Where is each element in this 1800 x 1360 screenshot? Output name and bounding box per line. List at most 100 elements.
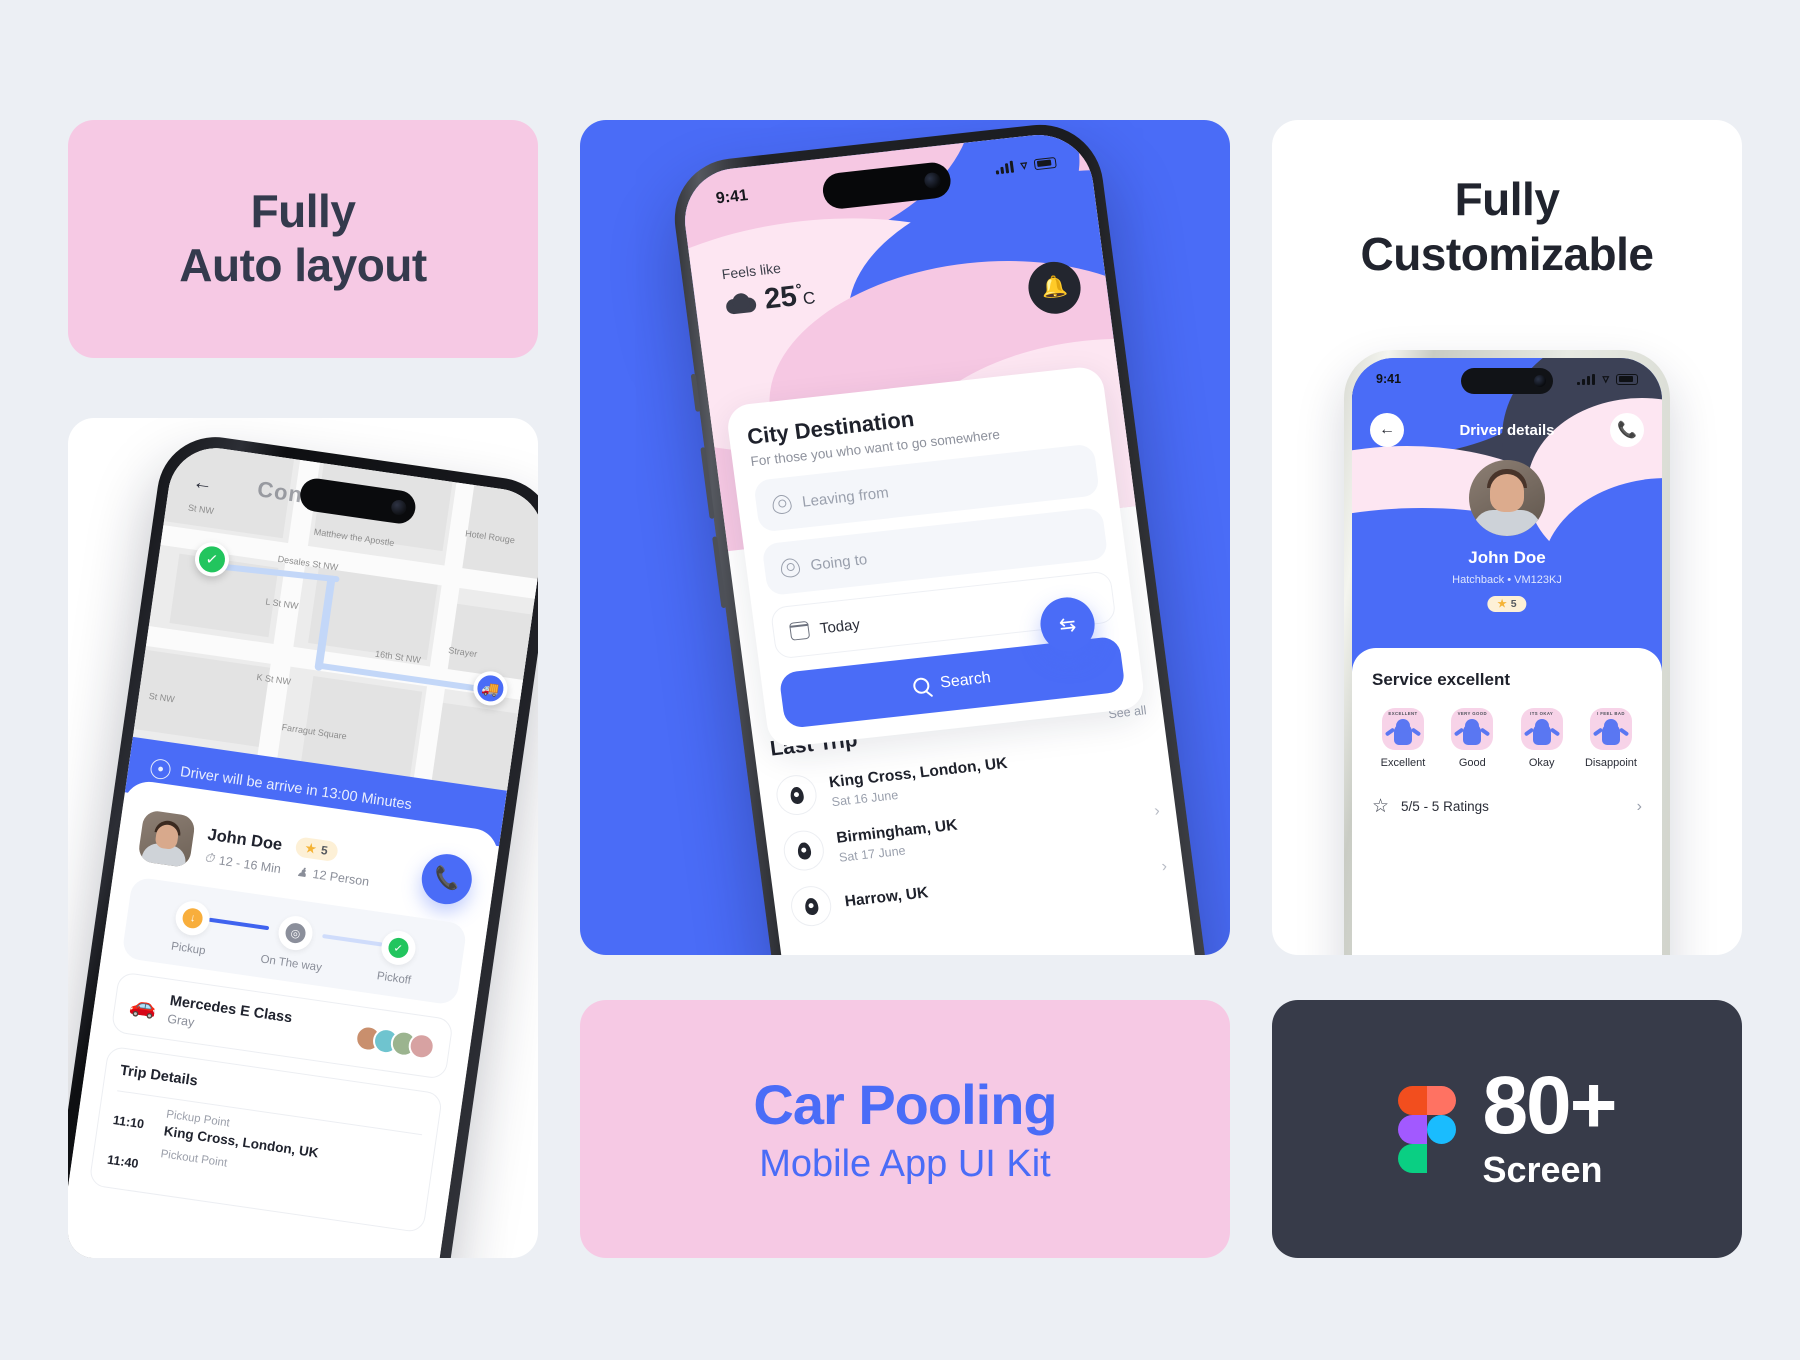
star-icon: ★ — [304, 840, 318, 857]
wifi-icon: ▿ — [1019, 157, 1029, 173]
map-back-button[interactable]: ← — [186, 466, 220, 500]
service-option-okay[interactable]: ITS OKAY Okay — [1511, 708, 1573, 769]
calendar-icon — [788, 620, 811, 641]
card-screen-count: 80+ Screen — [1272, 1000, 1742, 1258]
service-title: Service excellent — [1372, 670, 1510, 689]
trip-persons: 12 Person — [311, 866, 371, 889]
phone-mockup-right: 9:41 ▿ ← Driver details 📞 John Doe Hatch… — [1344, 350, 1670, 955]
phone-mockup-left: ✓ 🚚 ← Consizst St NW Hotel Rouge Matthew… — [68, 429, 538, 1258]
driver-plate: VM123KJ — [1514, 574, 1562, 586]
phone-screen-trip-tracking: ✓ 🚚 ← Consizst St NW Hotel Rouge Matthew… — [68, 441, 538, 1258]
phone-screen-driver-details: 9:41 ▿ ← Driver details 📞 John Doe Hatch… — [1352, 358, 1662, 955]
service-option-good[interactable]: VERY GOOD Good — [1441, 708, 1503, 769]
driver-car-type: Hatchback — [1452, 574, 1505, 586]
avatar — [137, 809, 197, 869]
person-icon: ♟ — [295, 864, 309, 881]
map-pin-icon — [774, 773, 820, 818]
ratings-row[interactable]: ☆ 5/5 - 5 Ratings › — [1372, 795, 1642, 818]
status-badge: ★ 5 — [1487, 596, 1527, 612]
ratings-text: 5/5 - 5 Ratings — [1401, 799, 1489, 814]
trip-time: 11:40 — [106, 1152, 140, 1171]
back-arrow-icon[interactable]: ← — [1370, 413, 1404, 447]
passenger-avatars — [353, 1023, 437, 1061]
car-icon: 🚗 — [128, 990, 159, 1020]
driver-details-header: ← Driver details 📞 — [1352, 408, 1662, 452]
step-label: Pickoff — [376, 970, 412, 987]
search-icon — [912, 676, 931, 695]
service-option-excellent[interactable]: EXCELLENT Excellent — [1372, 708, 1434, 769]
phone-frame: 9:41 ▿ Feels like 25°C 🔔 City Destinatio… — [667, 120, 1226, 955]
circle-dot-icon: ◎ — [284, 921, 307, 945]
status-badge: ★ 5 — [294, 836, 340, 863]
emoji-caption: VERY GOOD — [1457, 711, 1488, 716]
driver-rating: 5 — [1510, 598, 1517, 610]
step-label: On The way — [259, 953, 323, 975]
status-time: 9:41 — [714, 186, 749, 208]
driver-name: John Doe — [206, 825, 284, 855]
step-pickup[interactable]: ↓ Pickup — [137, 894, 246, 962]
phone-mockup-center: 9:41 ▿ Feels like 25°C 🔔 City Destinatio… — [667, 120, 1226, 955]
date-value: Today — [818, 615, 861, 637]
customizable-line2: Customizable — [1360, 228, 1654, 281]
excellent-emoji-icon: EXCELLENT — [1382, 708, 1424, 750]
trip-details-card: Trip Details 11:10 Pickup Point King Cro… — [88, 1045, 444, 1234]
poster-canvas: Fully Auto layout ✓ 🚚 ← St NW Hotel Roug… — [0, 0, 1800, 1360]
good-emoji-icon: VERY GOOD — [1451, 708, 1494, 750]
chevron-right-icon: › — [1636, 797, 1642, 815]
phone-frame: ✓ 🚚 ← Consizst St NW Hotel Rouge Matthew… — [68, 429, 538, 1258]
leaving-from-placeholder: Leaving from — [801, 483, 890, 511]
auto-layout-line1: Fully — [250, 185, 356, 238]
trip-point-kind: Pickout Point — [159, 1148, 228, 1170]
card-fully-customizable: Fully Customizable 9:41 ▿ ← Driver detai… — [1272, 120, 1742, 955]
customizable-line1: Fully — [1454, 173, 1560, 225]
page-title: Driver details — [1459, 421, 1555, 439]
card-fully-auto-layout: Fully Auto layout — [68, 120, 538, 358]
service-rating-sheet: Service excellent EXCELLENT Excellent VE… — [1352, 648, 1662, 955]
option-label: Disappoint — [1584, 757, 1637, 769]
weather-widget: Feels like 25°C — [721, 256, 817, 320]
driver-vehicle-info: Hatchback • VM123KJ — [1352, 574, 1662, 586]
weather-temperature: 25 — [762, 280, 799, 316]
phone-frame: 9:41 ▿ ← Driver details 📞 John Doe Hatch… — [1344, 350, 1670, 955]
card-car-pooling-title: Car Pooling Mobile App UI Kit — [580, 1000, 1230, 1258]
star-outline-icon: ☆ — [1372, 796, 1390, 817]
clock-icon: ⏱ — [203, 850, 216, 866]
city-destination-card: City Destination For those you who want … — [725, 365, 1147, 749]
service-option-disappoint[interactable]: I FEEL BAD Disappoint — [1580, 708, 1642, 769]
screen-label: Screen — [1482, 1148, 1603, 1190]
cellular-icon — [1577, 373, 1596, 385]
map-pin-icon — [788, 884, 834, 929]
trip-duration: 12 - 16 Min — [217, 852, 282, 876]
trip-place: Harrow, UK — [843, 884, 930, 911]
star-icon: ★ — [1497, 598, 1507, 610]
card-left-phone-showcase: ✓ 🚚 ← Consizst St NW Hotel Rouge Matthew… — [68, 418, 538, 1258]
trip-time: 11:10 — [112, 1113, 145, 1132]
customizable-headline: Fully Customizable — [1272, 172, 1742, 282]
kit-title: Car Pooling — [753, 1073, 1057, 1136]
step-pickoff[interactable]: ✓ Pickoff — [342, 924, 451, 992]
phone-icon[interactable]: 📞 — [1610, 413, 1644, 447]
battery-icon — [1616, 373, 1638, 385]
map-pin-icon — [781, 828, 827, 873]
separator-dot: • — [1507, 574, 1512, 586]
status-time: 9:41 — [1376, 372, 1402, 386]
screen-count: 80+ — [1482, 1060, 1617, 1152]
option-label: Excellent — [1380, 757, 1426, 769]
chevron-right-icon: › — [1160, 857, 1169, 876]
user-circle-icon: ● — [149, 757, 172, 781]
card-center-phone-showcase: 9:41 ▿ Feels like 25°C 🔔 City Destinatio… — [580, 120, 1230, 955]
search-button-label: Search — [939, 669, 992, 692]
check-icon: ✓ — [386, 936, 410, 960]
emoji-caption: ITS OKAY — [1530, 711, 1554, 716]
option-label: Good — [1458, 757, 1486, 769]
disappoint-emoji-icon: I FEEL BAD — [1589, 708, 1632, 750]
avatar — [1469, 460, 1545, 536]
dynamic-island-icon — [1461, 368, 1553, 394]
call-driver-button[interactable]: 📞 — [418, 850, 476, 908]
trip-bottom-sheet: John Doe ★ 5 ⏱ 12 - 16 Min ♟ 12 Person 📞… — [68, 778, 502, 1258]
auto-layout-line2: Auto layout — [179, 239, 427, 291]
step-on-the-way[interactable]: ◎ On The way — [240, 909, 349, 977]
arrow-down-icon: ↓ — [181, 906, 205, 930]
figma-logo-icon — [1398, 1086, 1457, 1173]
emoji-caption: I FEEL BAD — [1597, 711, 1625, 716]
